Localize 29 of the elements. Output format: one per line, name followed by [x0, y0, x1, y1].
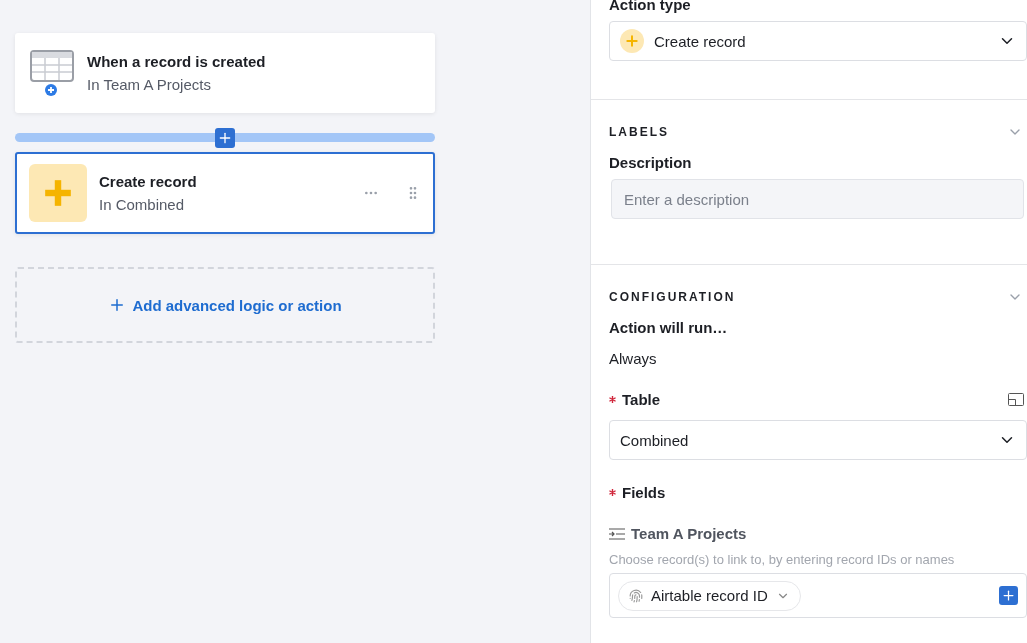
table-select[interactable]: Combined	[609, 420, 1027, 460]
field-label: Action will run…	[609, 319, 729, 336]
insert-step-button[interactable]	[215, 127, 235, 148]
section-heading: LABELS	[609, 125, 669, 139]
action-card[interactable]: Create record In Combined	[15, 152, 435, 234]
fingerprint-icon	[629, 588, 643, 603]
action-subtitle: In Combined	[99, 196, 186, 213]
plus-icon	[29, 164, 87, 222]
section-heading: CONFIGURATION	[609, 290, 736, 304]
token-select[interactable]: Airtable record ID	[618, 580, 801, 611]
trigger-title: When a record is created	[87, 53, 267, 70]
description-input[interactable]: Enter a description	[611, 179, 1024, 219]
linked-field-name: Team A Projects	[631, 525, 747, 542]
add-action-button[interactable]: Add advanced logic or action	[15, 267, 435, 343]
record-input[interactable]: Airtable record ID	[609, 573, 1027, 618]
field-label: Fields	[622, 484, 666, 501]
list-icon	[609, 527, 625, 540]
trigger-subtitle: In Team A Projects	[87, 76, 212, 93]
field-label: Description	[609, 154, 693, 171]
plus-icon	[620, 29, 644, 53]
action-type-select[interactable]: Create record	[609, 21, 1027, 61]
expand-icon[interactable]	[1008, 393, 1024, 406]
plus-icon	[1001, 588, 1016, 603]
table-icon	[29, 49, 75, 97]
field-hint: Choose record(s) to link to, by entering record IDs or names	[609, 552, 956, 567]
run-condition: Always	[609, 350, 658, 367]
action-title: Create record	[99, 173, 198, 190]
add-button[interactable]	[999, 586, 1018, 605]
field-label: Table	[622, 391, 661, 408]
